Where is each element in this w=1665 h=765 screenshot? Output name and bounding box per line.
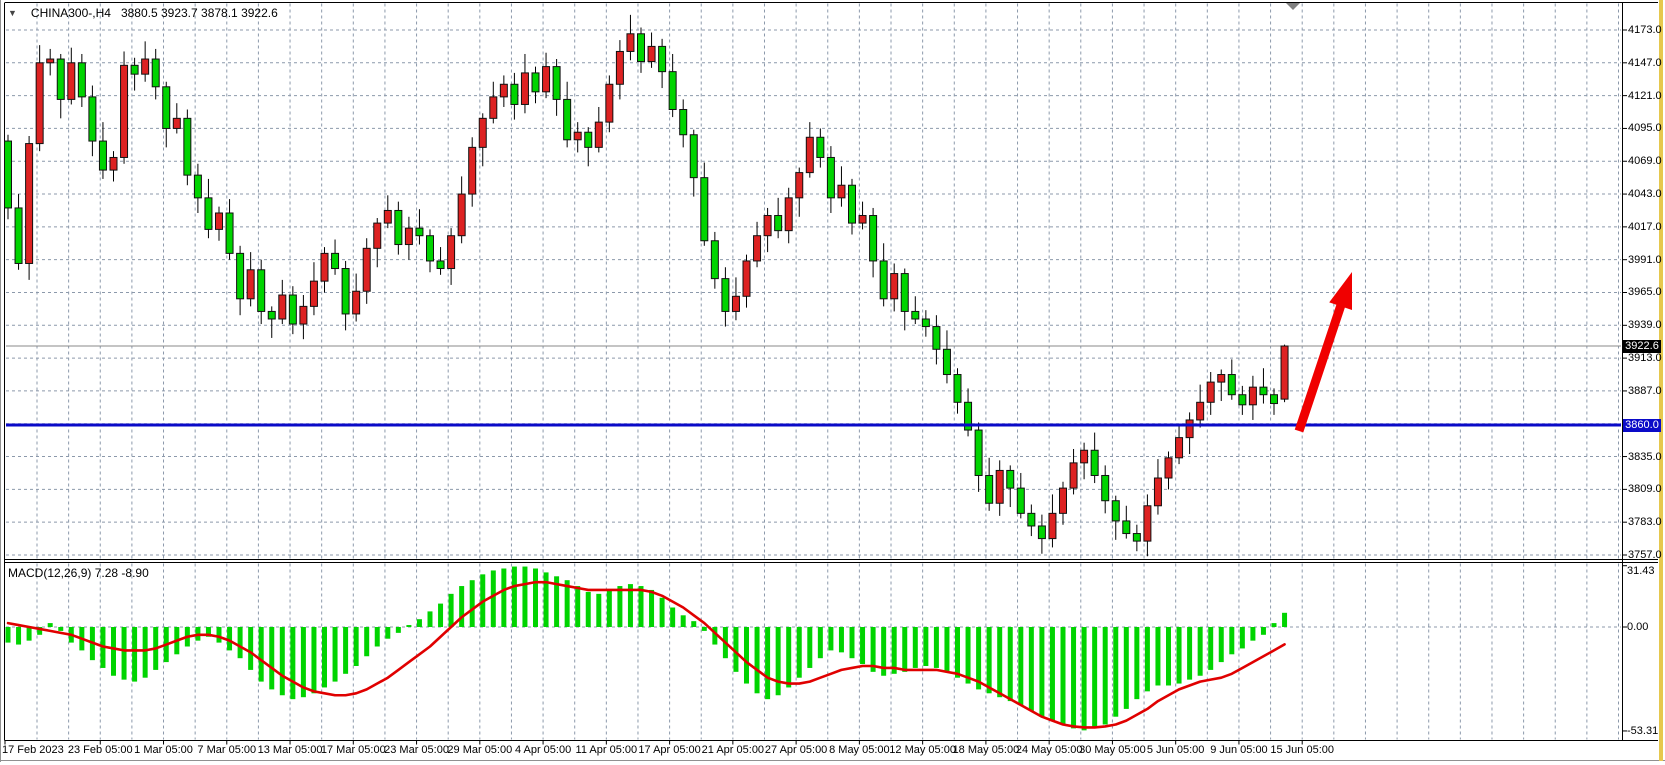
price-tick-label: 3939.0 xyxy=(1628,319,1662,331)
time-tick-label: 9 Jun 05:00 xyxy=(1210,744,1268,756)
window-bottom-border xyxy=(0,760,1665,761)
time-tick-label: 13 Mar 05:00 xyxy=(258,744,323,756)
time-tick-label: 17 Apr 05:00 xyxy=(638,744,700,756)
ohlc-readout: 3880.5 3923.7 3878.1 3922.6 xyxy=(121,6,278,20)
macd-indicator-label: MACD(12,26,9) 7.28 -8.90 xyxy=(8,566,149,580)
mt4-chart-window: { "window": { "title_symbol": "CHINA300-… xyxy=(0,0,1665,765)
price-tick-label: 3783.0 xyxy=(1628,516,1662,528)
time-tick-label: 11 Apr 05:00 xyxy=(576,744,638,756)
price-tick-label: 3835.0 xyxy=(1628,451,1662,463)
time-tick-label: 29 Mar 05:00 xyxy=(447,744,512,756)
price-tick-label: 4121.0 xyxy=(1628,90,1662,102)
time-tick-label: 15 Jun 05:00 xyxy=(1270,744,1334,756)
price-tick-label: 3757.0 xyxy=(1628,549,1662,561)
time-tick-label: 24 May 05:00 xyxy=(1016,744,1083,756)
window-left-border xyxy=(0,0,1,762)
window-right-highlight xyxy=(1659,0,1663,761)
macd-values: 7.28 -8.90 xyxy=(95,566,149,580)
time-tick-label: 27 Apr 05:00 xyxy=(765,744,827,756)
current-price-marker: 3922.6 xyxy=(1623,340,1661,353)
time-tick-label: 17 Feb 2023 xyxy=(2,744,64,756)
macd-scale-zero: 0.00 xyxy=(1627,621,1648,633)
chart-canvas[interactable] xyxy=(0,0,1665,765)
price-tick-label: 4043.0 xyxy=(1628,188,1662,200)
price-tick-label: 4173.0 xyxy=(1628,24,1662,36)
price-tick-label: 4017.0 xyxy=(1628,221,1662,233)
time-tick-label: 5 Jun 05:00 xyxy=(1147,744,1205,756)
macd-scale-max: 31.43 xyxy=(1627,565,1655,577)
time-tick-label: 12 May 05:00 xyxy=(889,744,956,756)
time-tick-label: 4 Apr 05:00 xyxy=(515,744,571,756)
time-tick-label: 21 Apr 05:00 xyxy=(702,744,764,756)
time-tick-label: 7 Mar 05:00 xyxy=(197,744,256,756)
time-tick-label: 17 Mar 05:00 xyxy=(321,744,386,756)
price-tick-label: 4147.0 xyxy=(1628,57,1662,69)
price-tick-label: 3809.0 xyxy=(1628,483,1662,495)
level-price-marker: 3860.0 xyxy=(1623,419,1661,432)
chart-title: ▼ CHINA300-,H4 3880.5 3923.7 3878.1 3922… xyxy=(8,6,278,20)
time-tick-label: 18 May 05:00 xyxy=(953,744,1020,756)
time-tick-label: 8 May 05:00 xyxy=(829,744,890,756)
time-tick-label: 23 Mar 05:00 xyxy=(384,744,449,756)
price-tick-label: 3965.0 xyxy=(1628,286,1662,298)
time-tick-label: 30 May 05:00 xyxy=(1079,744,1146,756)
macd-scale-min: -53.31 xyxy=(1627,725,1658,737)
price-tick-label: 4069.0 xyxy=(1628,155,1662,167)
time-tick-label: 1 Mar 05:00 xyxy=(134,744,193,756)
macd-name: MACD(12,26,9) xyxy=(8,566,91,580)
price-tick-label: 3991.0 xyxy=(1628,254,1662,266)
time-tick-label: 23 Feb 05:00 xyxy=(68,744,133,756)
chevron-down-icon[interactable]: ▼ xyxy=(8,8,17,18)
symbol-period-label: CHINA300-,H4 xyxy=(31,6,111,20)
price-tick-label: 3887.0 xyxy=(1628,385,1662,397)
price-tick-label: 3913.0 xyxy=(1628,352,1662,364)
price-tick-label: 4095.0 xyxy=(1628,122,1662,134)
